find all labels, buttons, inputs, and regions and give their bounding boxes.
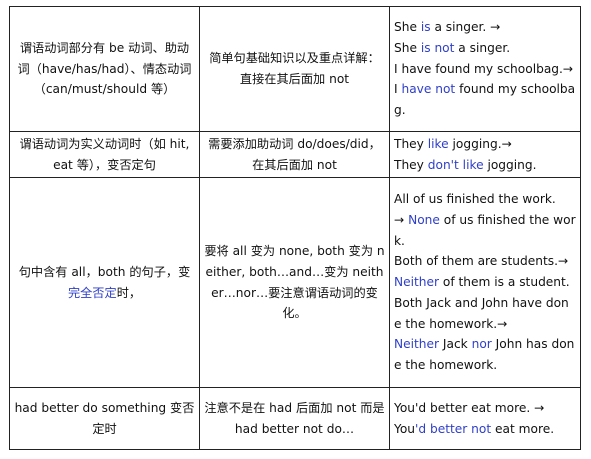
example-text: eat more. (491, 421, 555, 436)
example-text: You'd better eat more. → (394, 400, 545, 415)
example-text: jogging. (483, 157, 537, 172)
example-highlight: is not (420, 40, 455, 55)
rule-text: 句中含有 all，both 的句子，变 (18, 264, 191, 279)
example-highlight: 'd better not (415, 421, 492, 436)
example-sentence: Neither of them is a student. (394, 272, 576, 293)
example-highlight: like (427, 136, 449, 151)
example-sentence: She is not a singer. (394, 38, 576, 59)
example-highlight: don't like (427, 157, 484, 172)
example-text: a singer. → (430, 20, 501, 34)
example-cell: All of us finished the work. → None of us… (389, 177, 581, 388)
method-cell: 需要添加助动词 do/does/did，在其后面加 not (199, 131, 390, 178)
example-text: a singer. (454, 40, 511, 55)
table-row: had better do something 变否定时 注意不是在 had 后… (9, 387, 581, 450)
example-sentence: I have not found my schoolbag. (394, 79, 576, 121)
method-cell: 要将 all 变为 none, both 变为 neither, both…an… (199, 177, 390, 388)
example-text: You (394, 421, 416, 436)
example-text: All of us finished the work. (394, 191, 556, 206)
example-text: Both of them are students.→ (394, 254, 569, 269)
example-text: She (394, 20, 421, 34)
example-sentence: They don't like jogging. (394, 155, 576, 176)
example-highlight: have not (401, 82, 456, 97)
example-text: They (394, 157, 428, 172)
example-highlight: None (408, 212, 440, 227)
example-text: They (394, 136, 428, 151)
rule-text-suffix: 时， (116, 285, 142, 300)
rule-highlight: 完全否定 (67, 285, 117, 300)
example-cell: She is a singer. → She is not a singer. I … (389, 6, 581, 132)
example-cell: You'd better eat more. → You'd better not… (389, 387, 581, 450)
rule-cell: 谓语动词部分有 be 动词、助动词（have/has/had）、情态动词（can… (9, 6, 200, 132)
example-text: I have found my schoolbag.→ (394, 61, 574, 76)
example-sentence: You'd better not eat more. (394, 419, 576, 440)
example-text: Jack (439, 337, 472, 352)
example-sentence: They like jogging.→ (394, 134, 576, 155)
example-text: She (394, 40, 421, 55)
example-highlight: nor (471, 337, 492, 352)
rule-cell: 句中含有 all，both 的句子，变完全否定时， (9, 177, 200, 388)
example-text: → (394, 212, 409, 227)
example-sentence: Both of them are students.→ (394, 251, 576, 272)
example-sentence: All of us finished the work. (394, 189, 576, 210)
example-sentence: She is a singer. → (394, 17, 576, 38)
example-highlight: is (420, 20, 431, 34)
method-cell: 注意不是在 had 后面加 not 而是 had better not do… (199, 387, 390, 450)
table-row: 谓语动词为实义动词时（如 hit, eat 等），变否定句 需要添加助动词 do… (9, 131, 581, 178)
method-cell: 简单句基础知识以及重点详解：直接在其后面加 not (199, 6, 390, 132)
table-row: 句中含有 all，both 的句子，变完全否定时， 要将 all 变为 none… (9, 177, 581, 388)
example-sentence: → None of us finished the work. (394, 210, 576, 252)
example-sentence: I have found my schoolbag.→ (394, 59, 576, 80)
example-text: jogging.→ (448, 136, 512, 151)
example-highlight: Neither (394, 337, 440, 352)
example-cell: They like jogging.→ They don't like joggi… (389, 131, 581, 178)
example-sentence: You'd better eat more. → (394, 398, 576, 419)
grammar-table: 谓语动词部分有 be 动词、助动词（have/has/had）、情态动词（can… (9, 6, 581, 450)
example-sentence: Both Jack and John have done the homewor… (394, 293, 576, 335)
rule-cell: had better do something 变否定时 (9, 387, 200, 450)
rule-cell: 谓语动词为实义动词时（如 hit, eat 等），变否定句 (9, 131, 200, 178)
example-text: of them is a student. (439, 275, 570, 290)
example-highlight: Neither (394, 275, 440, 290)
table-row: 谓语动词部分有 be 动词、助动词（have/has/had）、情态动词（can… (9, 6, 581, 132)
example-sentence: Neither Jack nor John has done the homew… (394, 334, 576, 376)
example-text: Both Jack and John have done the homewor… (394, 295, 569, 331)
